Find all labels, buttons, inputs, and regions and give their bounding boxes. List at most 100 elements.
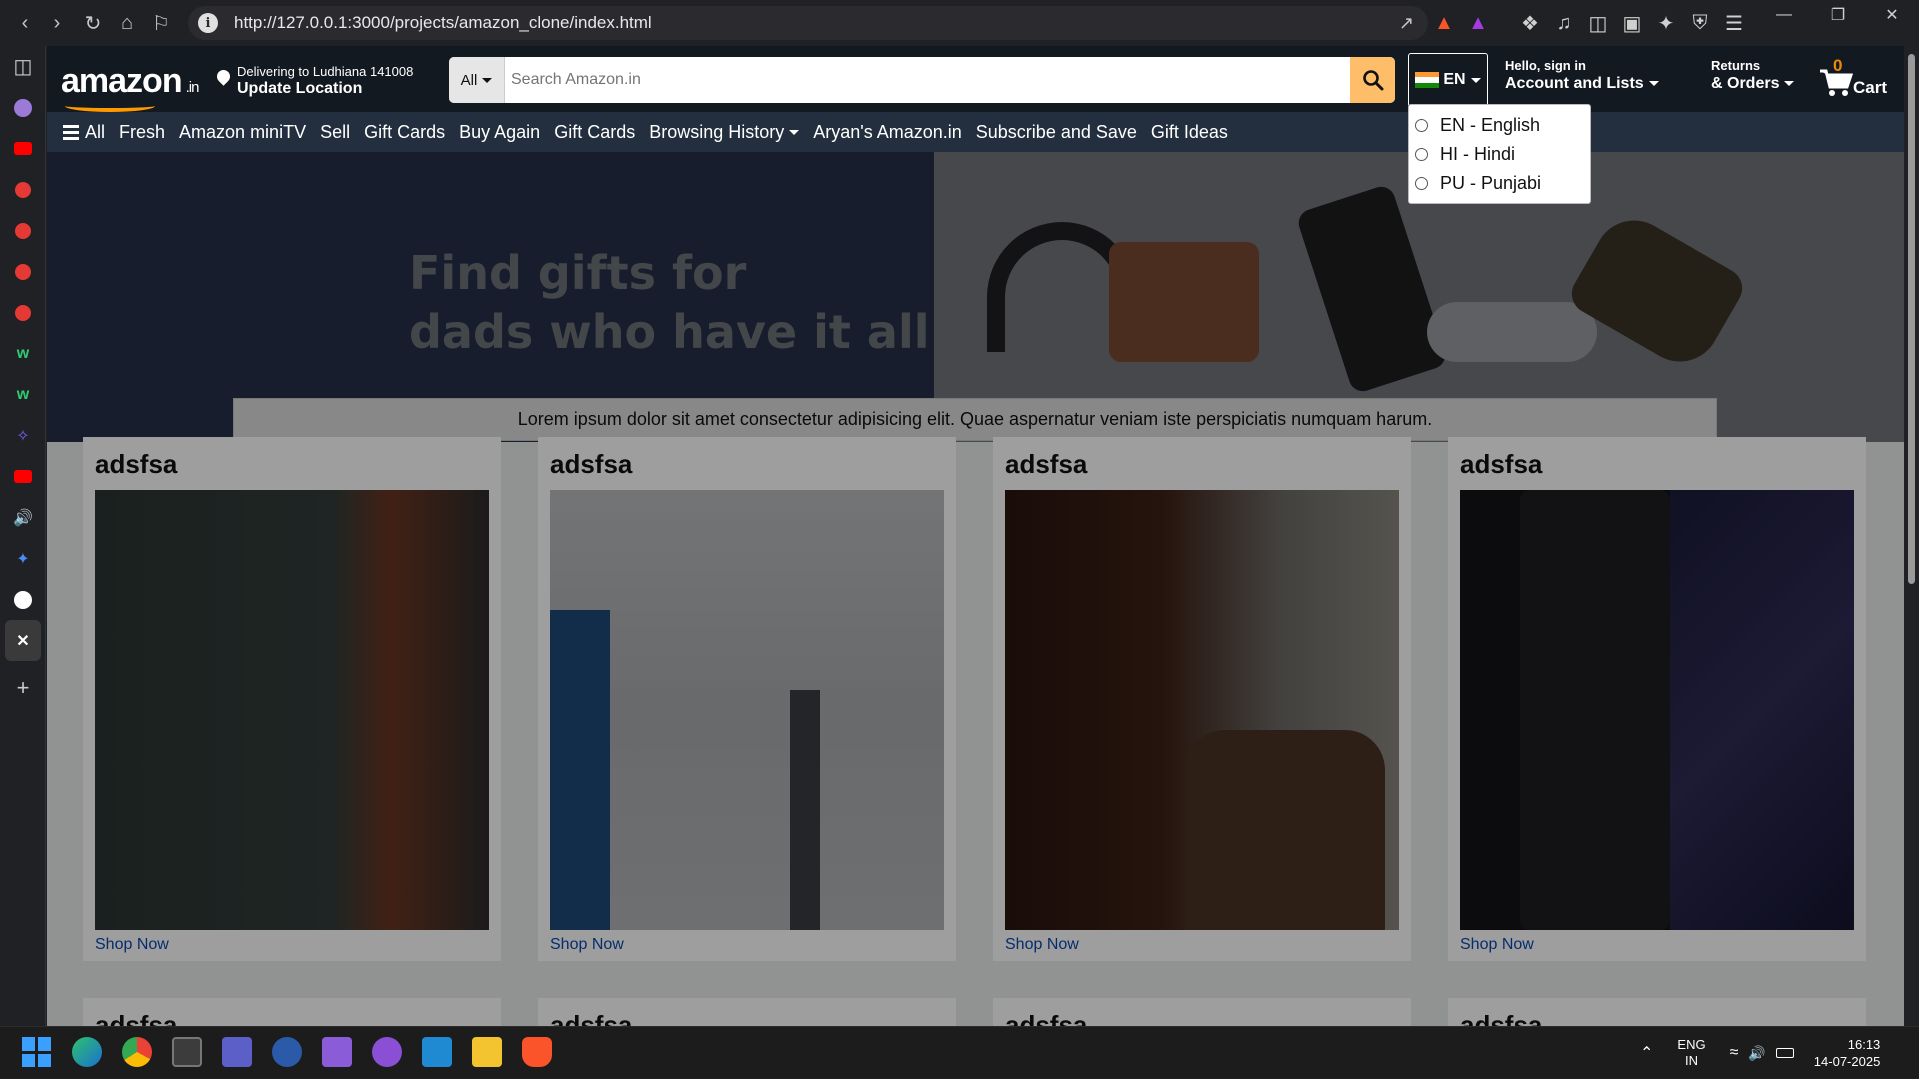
youtube-icon[interactable]	[0, 456, 46, 497]
nav-link-gift-ideas[interactable]: Gift Ideas	[1151, 122, 1228, 143]
scrollbar-thumb[interactable]	[1908, 54, 1915, 584]
clock-date: 14-07-2025	[1813, 1054, 1881, 1069]
card-image[interactable]	[1460, 490, 1854, 930]
radio-button[interactable]	[1415, 177, 1428, 190]
lang-line2: IN	[1684, 1053, 1698, 1068]
product-card: adsfsa	[993, 998, 1411, 1026]
calculator-icon[interactable]	[172, 1037, 202, 1067]
home-icon[interactable]: ⌂	[110, 6, 144, 40]
logo-text: amazon	[61, 62, 183, 100]
nav-link-gift-cards[interactable]: Gift Cards	[364, 122, 445, 143]
bookmark-icon[interactable]: ⚐	[144, 6, 178, 40]
sidebar-panel-icon[interactable]: ◫	[0, 46, 46, 87]
brave-icon[interactable]	[522, 1037, 552, 1067]
app-icon[interactable]: ✧	[0, 415, 46, 456]
w-app-icon[interactable]: w	[0, 333, 46, 374]
close-window-icon[interactable]: ✕	[1865, 0, 1919, 30]
gemini-icon[interactable]: ✦	[0, 538, 46, 579]
address-bar[interactable]: i http://127.0.0.1:3000/projects/amazon_…	[188, 6, 1428, 40]
rewards-icon[interactable]: ▲	[1466, 12, 1490, 35]
music-app-icon[interactable]	[0, 169, 46, 210]
clock[interactable]: 16:13 14-07-2025	[1814, 1036, 1881, 1070]
sidebar-toggle-icon[interactable]: ◫	[1586, 11, 1610, 36]
language-option-hi[interactable]: HI - Hindi	[1409, 140, 1590, 169]
wallet-icon[interactable]: ▣	[1620, 11, 1644, 36]
hamburger-icon	[63, 124, 79, 140]
volume-icon[interactable]: 🔊	[1748, 1045, 1765, 1062]
minimize-icon[interactable]: —	[1757, 0, 1811, 30]
reload-icon[interactable]: ↻	[76, 6, 110, 40]
amazon-logo[interactable]: amazon .in	[61, 62, 200, 112]
notice-banner: Lorem ipsum dolor sit amet consectetur a…	[233, 398, 1717, 441]
add-panel-icon[interactable]: +	[0, 667, 46, 708]
teams-icon[interactable]	[222, 1037, 252, 1067]
language-option-pu[interactable]: PU - Punjabi	[1409, 169, 1590, 198]
youtube-icon[interactable]	[0, 128, 46, 169]
vpn-icon[interactable]: ⛨	[1688, 12, 1712, 35]
radio-button[interactable]	[1415, 148, 1428, 161]
search-input[interactable]	[505, 57, 1350, 103]
back-icon[interactable]: ‹	[8, 6, 42, 40]
share-icon[interactable]: ↗	[1399, 13, 1414, 34]
chrome-icon[interactable]	[122, 1037, 152, 1067]
visual-studio-icon[interactable]	[322, 1037, 352, 1067]
media-icon[interactable]: ♫	[1552, 12, 1576, 35]
card-image[interactable]	[95, 490, 489, 930]
logo-suffix: .in	[185, 79, 200, 96]
x-app-icon[interactable]: ✕	[5, 620, 41, 661]
lang-line1: ENG	[1677, 1037, 1706, 1052]
nav-link-gift-cards-2[interactable]: Gift Cards	[554, 122, 635, 143]
leo-ai-icon[interactable]: ✦	[1654, 11, 1678, 36]
radio-button[interactable]	[1415, 119, 1428, 132]
search-button[interactable]	[1350, 57, 1395, 103]
windows-start-icon[interactable]	[22, 1037, 52, 1067]
forward-icon[interactable]: ›	[40, 6, 74, 40]
card-image[interactable]	[1005, 490, 1399, 930]
hero-banner[interactable]: Find gifts for dads who have it all Lore…	[47, 152, 1904, 442]
language-option-en[interactable]: EN - English	[1409, 111, 1590, 140]
profile-avatar-icon[interactable]	[0, 87, 46, 128]
w-app-icon[interactable]: w	[0, 374, 46, 415]
card-title: adsfsa	[1005, 1010, 1088, 1026]
nav-link-subscribe-save[interactable]: Subscribe and Save	[976, 122, 1137, 143]
account-menu[interactable]: Hello, sign in Account and Lists	[1505, 58, 1659, 93]
app-icon[interactable]	[272, 1037, 302, 1067]
shop-now-link[interactable]: Shop Now	[95, 936, 489, 954]
tray-chevron-up-icon[interactable]: ⌃	[1640, 1043, 1653, 1063]
card-image[interactable]	[550, 490, 944, 930]
file-explorer-icon[interactable]	[472, 1037, 502, 1067]
wifi-icon[interactable]: ≈	[1730, 1044, 1739, 1062]
battery-icon[interactable]	[1775, 1048, 1794, 1058]
nav-link-buy-again[interactable]: Buy Again	[459, 122, 540, 143]
shop-now-link[interactable]: Shop Now	[550, 936, 944, 954]
language-selector[interactable]: EN	[1408, 53, 1488, 107]
edge-icon[interactable]	[72, 1037, 102, 1067]
nav-link-browsing-history[interactable]: Browsing History	[649, 122, 800, 143]
speaker-icon[interactable]: 🔊	[0, 497, 46, 538]
page-scrollbar[interactable]	[1904, 46, 1919, 1026]
language-indicator[interactable]: ENG IN	[1677, 1037, 1705, 1069]
music-app-icon[interactable]	[0, 292, 46, 333]
extensions-icon[interactable]: ❖	[1518, 11, 1542, 36]
brave-shield-icon[interactable]: ▲	[1432, 12, 1456, 35]
shop-now-link[interactable]: Shop Now	[1005, 936, 1399, 954]
language-option-label: PU - Punjabi	[1440, 173, 1542, 193]
vscode-icon[interactable]	[422, 1037, 452, 1067]
menu-icon[interactable]: ☰	[1722, 11, 1746, 36]
music-app-icon[interactable]	[0, 210, 46, 251]
all-menu-button[interactable]: All	[63, 122, 105, 143]
returns-orders[interactable]: Returns & Orders	[1711, 58, 1795, 93]
cart-button[interactable]: 0 Cart	[1819, 54, 1893, 104]
github-desktop-icon[interactable]	[372, 1037, 402, 1067]
shop-now-link[interactable]: Shop Now	[1460, 936, 1854, 954]
music-app-icon[interactable]	[0, 251, 46, 292]
product-card: adsfsa	[83, 998, 501, 1026]
nav-link-minitv[interactable]: Amazon miniTV	[179, 122, 306, 143]
restore-icon[interactable]: ❐	[1811, 0, 1865, 30]
nav-link-sell[interactable]: Sell	[320, 122, 350, 143]
site-info-icon[interactable]: i	[198, 13, 218, 33]
nav-link-fresh[interactable]: Fresh	[119, 122, 165, 143]
search-category-select[interactable]: All	[449, 57, 505, 103]
github-icon[interactable]	[0, 579, 46, 620]
nav-link-my-amazon[interactable]: Aryan's Amazon.in	[813, 122, 962, 143]
